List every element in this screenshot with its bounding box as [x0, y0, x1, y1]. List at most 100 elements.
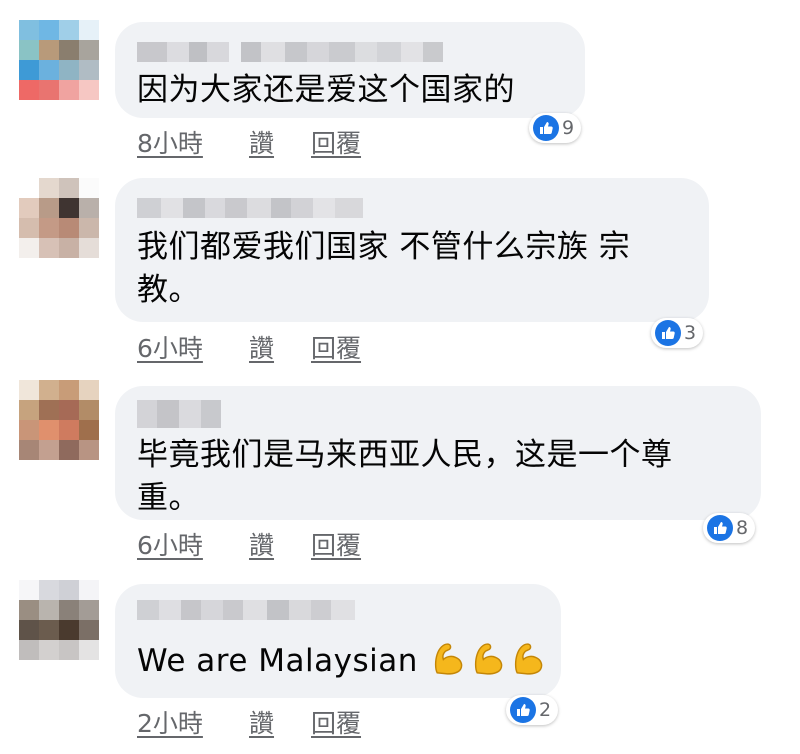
like-button[interactable]: 讚	[249, 329, 311, 365]
reaction-count: 3	[684, 322, 697, 344]
comment-text: 毕竟我们是马来西亚人民，这是一个尊 重。	[137, 437, 673, 516]
reaction-count: 8	[736, 517, 749, 539]
avatar-pixel	[39, 198, 59, 218]
avatar-pixel	[19, 238, 39, 258]
avatar-pixel	[39, 60, 59, 80]
avatar-pixel	[19, 198, 39, 218]
avatar-pixel	[19, 380, 39, 400]
avatar-pixel	[19, 640, 39, 660]
avatar[interactable]	[19, 580, 99, 660]
flexed-biceps-icon	[435, 643, 463, 675]
avatar-pixel	[79, 580, 99, 600]
avatar-pixel	[79, 198, 99, 218]
reply-button[interactable]: 回覆	[311, 704, 361, 740]
avatar-pixel	[79, 238, 99, 258]
like-button[interactable]: 讚	[249, 704, 311, 740]
avatar-pixel	[19, 60, 39, 80]
avatar-pixel	[19, 400, 39, 420]
avatar-pixel	[59, 238, 79, 258]
avatar-pixel	[19, 40, 39, 60]
avatar-pixel	[79, 20, 99, 40]
commenter-name-blurred[interactable]	[137, 600, 355, 620]
commenter-name-blurred[interactable]	[137, 400, 221, 428]
avatar-pixel	[19, 620, 39, 640]
comment-bubble: 因为大家还是爱这个国家的	[115, 22, 585, 118]
avatar-pixel	[59, 580, 79, 600]
avatar-pixel	[39, 620, 59, 640]
timestamp-link[interactable]: 2小時	[137, 704, 249, 740]
avatar-pixel	[59, 600, 79, 620]
avatar[interactable]	[19, 380, 99, 460]
avatar-pixel	[39, 380, 59, 400]
avatar-pixel	[59, 640, 79, 660]
comment-bubble: 我们都爱我们国家 不管什么宗族 宗 教。	[115, 178, 709, 322]
avatar-pixel	[59, 620, 79, 640]
avatar-pixel	[39, 580, 59, 600]
reaction-count: 9	[562, 117, 575, 139]
avatar-pixel	[79, 60, 99, 80]
avatar-pixel	[39, 178, 59, 198]
avatar-pixel	[59, 400, 79, 420]
avatar-pixel	[79, 40, 99, 60]
avatar-pixel	[79, 600, 99, 620]
comment-text: 我们都爱我们国家 不管什么宗族 宗 教。	[137, 229, 631, 308]
avatar-pixel	[79, 400, 99, 420]
avatar-pixel	[59, 218, 79, 238]
reply-button[interactable]: 回覆	[311, 329, 361, 365]
avatar-pixel	[59, 420, 79, 440]
avatar-pixel	[39, 440, 59, 460]
flexed-biceps-icon	[475, 643, 503, 675]
avatar-pixel	[59, 178, 79, 198]
avatar-pixel	[79, 218, 99, 238]
comment-actions: 6小時 讚 回覆	[137, 329, 361, 365]
commenter-name-blurred[interactable]	[137, 198, 363, 218]
thumbs-up-icon	[533, 115, 559, 141]
timestamp-link[interactable]: 6小時	[137, 526, 249, 562]
avatar[interactable]	[19, 20, 99, 100]
avatar-pixel	[19, 218, 39, 238]
avatar-pixel	[79, 440, 99, 460]
reaction-count: 2	[539, 699, 552, 721]
avatar-pixel	[19, 420, 39, 440]
reaction-badge[interactable]: 9	[529, 113, 582, 143]
avatar-pixel	[59, 60, 79, 80]
comment-bubble: We are Malaysian	[115, 584, 561, 698]
avatar-pixel	[59, 80, 79, 100]
avatar-pixel	[19, 600, 39, 620]
avatar-pixel	[39, 420, 59, 440]
comment-actions: 2小時 讚 回覆	[137, 704, 361, 740]
avatar-pixel	[19, 178, 39, 198]
avatar-pixel	[59, 380, 79, 400]
thumbs-up-icon	[707, 515, 733, 541]
timestamp-link[interactable]: 6小時	[137, 329, 249, 365]
thumbs-up-icon	[655, 320, 681, 346]
reaction-badge[interactable]: 3	[651, 318, 704, 348]
reply-button[interactable]: 回覆	[311, 124, 361, 160]
like-button[interactable]: 讚	[249, 526, 311, 562]
comment-actions: 8小時 讚 回覆	[137, 124, 361, 160]
avatar-pixel	[39, 40, 59, 60]
reaction-badge[interactable]: 8	[703, 513, 756, 543]
reaction-badge[interactable]: 2	[506, 695, 559, 725]
timestamp-link[interactable]: 8小時	[137, 124, 249, 160]
avatar-pixel	[79, 178, 99, 198]
thumbs-up-icon	[510, 697, 536, 723]
avatar-pixel	[39, 238, 59, 258]
comment-text: 因为大家还是爱这个国家的	[137, 72, 515, 108]
avatar-pixel	[79, 80, 99, 100]
avatar-pixel	[79, 640, 99, 660]
avatar-pixel	[39, 20, 59, 40]
comment-bubble: 毕竟我们是马来西亚人民，这是一个尊 重。	[115, 386, 761, 520]
comment-actions: 6小時 讚 回覆	[137, 526, 361, 562]
avatar-pixel	[59, 440, 79, 460]
avatar-pixel	[79, 420, 99, 440]
like-button[interactable]: 讚	[249, 124, 311, 160]
avatar-pixel	[79, 620, 99, 640]
avatar[interactable]	[19, 178, 99, 258]
avatar-pixel	[39, 400, 59, 420]
reply-button[interactable]: 回覆	[311, 526, 361, 562]
avatar-pixel	[59, 20, 79, 40]
avatar-pixel	[59, 198, 79, 218]
avatar-pixel	[19, 80, 39, 100]
commenter-name-blurred[interactable]	[137, 42, 443, 62]
